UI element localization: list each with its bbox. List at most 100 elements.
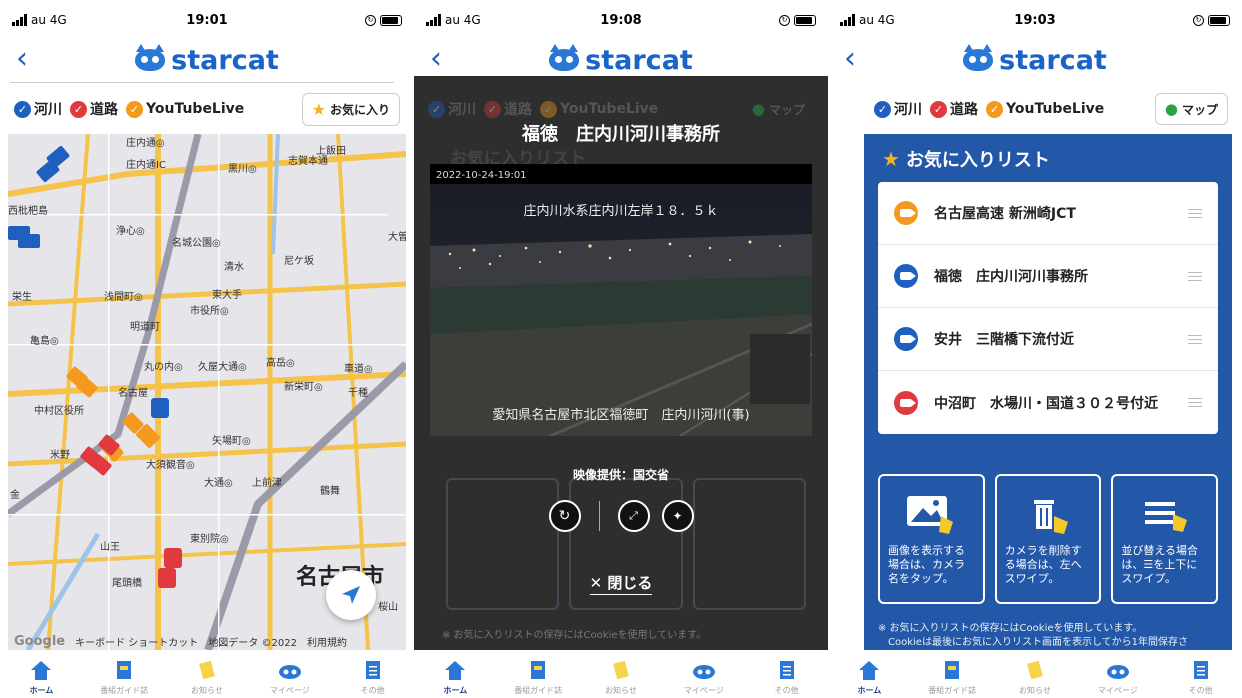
help-text: カメラを削除する場合は、左へスワイプ。 [1004, 544, 1082, 585]
filter-youtube[interactable]: ✓ YouTubeLive [986, 100, 1105, 118]
svg-text:矢場町◎: 矢場町◎ [212, 434, 251, 447]
document-icon [1193, 657, 1209, 683]
signal-icon [426, 14, 441, 26]
svg-text:丸の内◎: 丸の内◎ [144, 360, 183, 373]
tab-label: その他 [1188, 686, 1213, 695]
image-provider: 映像提供：国交省 [572, 468, 669, 482]
back-button[interactable]: ‹ [16, 44, 28, 74]
filter-youtube-label: YouTubeLive [1006, 101, 1105, 117]
fullscreen-button[interactable]: ⤢ [617, 500, 650, 532]
tab-guide[interactable]: 番組ガイド誌 [83, 650, 166, 698]
filter-youtube: ✓ YouTubeLive [540, 100, 659, 118]
svg-text:上前津: 上前津 [252, 476, 282, 489]
svg-text:庄内通◎: 庄内通◎ [126, 136, 165, 149]
svg-text:東別院◎: 東別院◎ [190, 532, 229, 545]
filter-youtube-label: YouTubeLive [560, 101, 659, 117]
guide-book-icon [944, 657, 960, 683]
navigation-arrow-icon [342, 586, 360, 604]
reorder-handle-icon[interactable] [1188, 334, 1202, 344]
twitter-share-button[interactable]: ✦ [661, 500, 694, 532]
favorites-title-text: お気に入りリスト [905, 150, 1050, 171]
svg-text:明道町: 明道町 [130, 320, 160, 333]
app-header: ‹ starcat [828, 38, 1242, 82]
filter-youtube[interactable]: ✓ YouTubeLive [126, 100, 244, 118]
map-footer: Google キーボード ショートカット 地図データ ©2022 利用規約 [8, 632, 406, 650]
back-button[interactable]: ‹ [430, 44, 442, 74]
header-divider [10, 82, 394, 83]
svg-text:中村区役所: 中村区役所 [34, 404, 84, 417]
map-pin-icon: ● [1164, 100, 1178, 118]
locate-button[interactable] [326, 570, 376, 620]
logo-text: starcat [585, 44, 693, 76]
close-label: 閉じる [607, 574, 653, 595]
tab-home[interactable]: ホーム [828, 650, 911, 698]
cookie-note-line2: Cookieは最後にお気に入りリスト画面を表示してから1年間保存さ [888, 637, 1189, 648]
tab-more[interactable]: その他 [745, 650, 828, 698]
tab-label: 番組ガイド誌 [514, 686, 563, 695]
tab-mypage[interactable]: マイページ [248, 650, 331, 698]
tab-guide[interactable]: 番組ガイド誌 [497, 650, 580, 698]
status-bar: au 4G 19:08 ↻ [414, 0, 828, 40]
reorder-handle-icon[interactable] [1188, 271, 1202, 281]
svg-text:名古屋: 名古屋 [118, 386, 148, 399]
tab-home[interactable]: ホーム [414, 650, 497, 698]
camera-image[interactable] [430, 184, 812, 436]
back-button[interactable]: ‹ [844, 44, 856, 74]
close-button[interactable]: ✕ 閉じる [414, 572, 828, 595]
svg-text:大通◎: 大通◎ [204, 476, 233, 489]
keyboard-shortcuts-link[interactable]: キーボード ショートカット [75, 634, 198, 649]
tab-bar: ホーム 番組ガイド誌 お知らせ マイページ その他 [828, 650, 1242, 698]
home-icon [444, 657, 466, 683]
filter-road[interactable]: ✓ 道路 [70, 99, 118, 119]
favorite-item[interactable]: 安井 三階橋下流付近 [878, 308, 1218, 371]
check-icon: ✓ [428, 100, 445, 118]
help-text: 画像を表示する場合は、カメラ名をタップ。 [888, 544, 965, 585]
filter-river[interactable]: ✓ 河川 [14, 99, 62, 119]
tab-news[interactable]: お知らせ [994, 650, 1077, 698]
screen-map: au 4G 19:01 ↻ ‹ starcat ✓ 河川 ✓ 道路 ✓ YouTube… [0, 0, 414, 698]
map-button-label: マップ [768, 102, 805, 117]
favorite-item[interactable]: 福徳 庄内川河川事務所 [878, 245, 1218, 308]
reorder-swipe-icon [1121, 484, 1208, 544]
twitter-icon: ✦ [672, 509, 683, 523]
svg-text:志賀本通: 志賀本通 [288, 154, 328, 167]
tab-news[interactable]: お知らせ [580, 650, 663, 698]
help-cards: 画像を表示する場合は、カメラ名をタップ。 カメラを削除する場合は、左へスワイプ。… [878, 474, 1219, 604]
refresh-button[interactable]: ↻ [548, 500, 581, 532]
filter-road[interactable]: ✓ 道路 [930, 99, 978, 119]
tab-more[interactable]: その他 [331, 650, 414, 698]
favorite-item[interactable]: 中沼町 水場川・国道３０２号付近 [878, 371, 1218, 434]
app-logo: starcat [963, 44, 1107, 76]
home-icon [858, 657, 880, 683]
camera-caption-bottom: 愛知県名古屋市北区福徳町 庄内川河川(事) [492, 408, 750, 423]
tab-mypage[interactable]: マイページ [1076, 650, 1159, 698]
favorites-button[interactable]: ★ お気に入り [301, 92, 400, 126]
svg-text:車道◎: 車道◎ [344, 362, 373, 375]
map-button[interactable]: ● マップ [1154, 93, 1228, 125]
tab-label: マイページ [269, 686, 310, 695]
svg-text:久屋大通◎: 久屋大通◎ [198, 360, 247, 373]
filter-river[interactable]: ✓ 河川 [874, 99, 922, 119]
orientation-lock-icon: ↻ [779, 14, 790, 26]
favorite-item[interactable]: 名古屋高速 新洲崎JCT [878, 182, 1218, 245]
svg-text:尼ケ坂: 尼ケ坂 [284, 255, 314, 267]
svg-text:市役所◎: 市役所◎ [190, 304, 229, 317]
battery-icon [380, 14, 402, 26]
tab-news[interactable]: お知らせ [166, 650, 249, 698]
reorder-handle-icon[interactable] [1188, 398, 1202, 407]
tab-more[interactable]: その他 [1159, 650, 1242, 698]
terms-link[interactable]: 利用規約 [307, 634, 347, 649]
tab-guide[interactable]: 番組ガイド誌 [911, 650, 994, 698]
filter-road-label: 道路 [504, 102, 532, 118]
check-icon: ✓ [986, 100, 1003, 118]
image-tap-icon [888, 484, 975, 544]
orientation-lock-icon: ↻ [1193, 14, 1204, 26]
reorder-handle-icon[interactable] [1188, 208, 1202, 218]
svg-text:黒川◎: 黒川◎ [228, 163, 257, 175]
svg-text:東大手: 東大手 [212, 288, 242, 301]
tab-home[interactable]: ホーム [0, 650, 83, 698]
tab-mypage[interactable]: マイページ [662, 650, 745, 698]
help-card-delete: カメラを削除する場合は、左へスワイプ。 [994, 474, 1102, 604]
favorites-button-label: お気に入り [329, 102, 390, 117]
filter-road: ✓ 道路 [484, 99, 532, 119]
